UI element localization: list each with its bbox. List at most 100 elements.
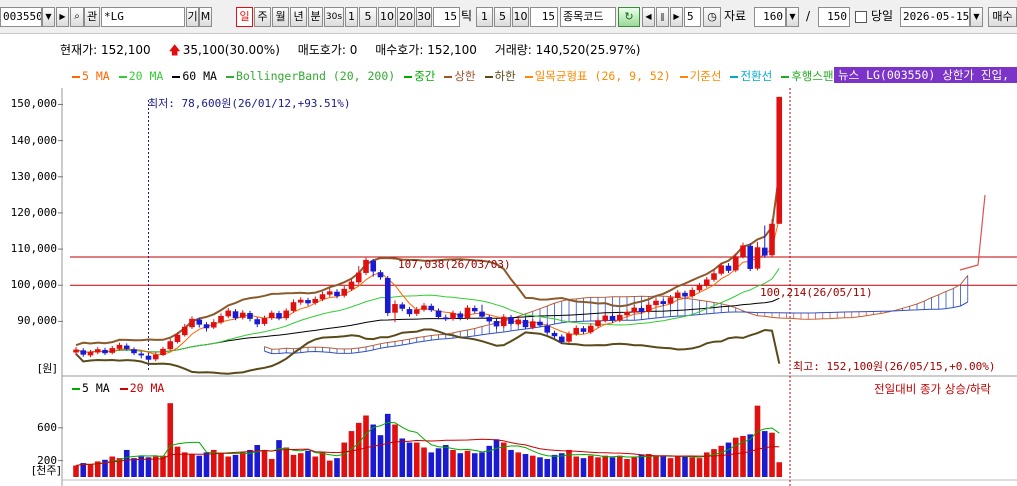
volume-bar (181, 452, 188, 477)
candle-body (667, 297, 674, 304)
volume-bar (268, 458, 275, 477)
volume-bar (769, 432, 775, 477)
candle-body (769, 223, 775, 256)
candle-body (653, 300, 659, 306)
candle-body (595, 320, 601, 327)
candle-body (616, 314, 623, 321)
candle-body (290, 302, 297, 311)
candle-body (703, 279, 710, 286)
price-tick-label: 90,000 (17, 314, 57, 328)
candle-body (123, 345, 130, 349)
volume-bar (660, 456, 667, 477)
volume-bar (595, 457, 601, 477)
candle-body (239, 312, 246, 318)
candle-body (80, 350, 87, 355)
volume-bar (653, 455, 659, 477)
volume-bar (428, 452, 435, 477)
candle-body (515, 319, 522, 325)
candle-body (732, 256, 739, 271)
candle-body (210, 322, 217, 328)
candle-body (442, 317, 449, 320)
volume-bar (682, 455, 688, 477)
candle-body (740, 245, 746, 257)
volume-bar (573, 456, 580, 477)
volume-bar (450, 449, 456, 477)
candle-body (479, 311, 485, 317)
volume-bar (377, 435, 384, 477)
ma5-line (75, 218, 780, 355)
price-chart[interactable] (0, 0, 1017, 486)
volume-bar (80, 463, 87, 477)
candle-body (160, 348, 166, 356)
volume-bar (276, 440, 282, 477)
level1-annotation: 107,038(26/03/03) (398, 258, 511, 271)
candle-body (696, 285, 703, 291)
volume-legend-item[interactable]: 20 MA (119, 381, 164, 395)
candle-body (363, 259, 369, 273)
candle-body (392, 304, 398, 313)
level2-annotation: 100,214(26/05/11) (760, 286, 873, 299)
volume-legend-item[interactable]: 5 MA (72, 381, 110, 395)
volume-bar (283, 447, 290, 477)
price-unit: [원] (38, 362, 57, 375)
candle-body (522, 319, 529, 328)
volume-bar (645, 454, 652, 477)
candle-body (145, 355, 152, 360)
candle-body (580, 328, 587, 332)
candle-body (203, 324, 210, 329)
candle-body (776, 96, 783, 224)
volume-bar (471, 453, 478, 477)
candle-body (573, 327, 580, 335)
candle-body (312, 298, 319, 303)
volume-bar (609, 457, 616, 477)
price-tick-label: 140,000 (10, 133, 57, 147)
candle-body (631, 307, 638, 313)
volume-bar (776, 462, 783, 477)
volume-bar (312, 456, 319, 477)
volume-bar (131, 458, 137, 477)
candle-body (718, 265, 725, 274)
candle-body (450, 313, 456, 319)
volume-bar (761, 431, 768, 477)
candle-body (167, 341, 174, 350)
volume-tick-label: 600 (37, 420, 57, 434)
volume-bar (392, 424, 398, 477)
price-tick-label: 110,000 (10, 242, 57, 256)
volume-bar (261, 449, 268, 477)
candle-body (624, 311, 630, 316)
volume-bar (522, 454, 529, 477)
candle-body (152, 354, 159, 360)
volume-bar (558, 453, 565, 477)
candle-body (305, 300, 311, 304)
volume-bar (747, 434, 754, 477)
candle-body (537, 321, 543, 326)
candle-body (370, 260, 377, 272)
candle-body (319, 294, 326, 300)
volume-note: 전일대비 종가 상승/하락 (874, 382, 991, 396)
volume-bar (73, 465, 79, 477)
volume-bar (689, 457, 696, 477)
candle-body (689, 289, 696, 297)
candle-body (138, 353, 145, 356)
candle-body (508, 317, 514, 324)
volume-bar (326, 460, 333, 477)
volume-bar (123, 449, 130, 477)
volume-bar (732, 437, 739, 477)
candle-body (428, 305, 435, 311)
volume-bar (696, 458, 703, 477)
candle-body (435, 310, 442, 318)
volume-bar (225, 456, 232, 477)
volume-bar (334, 458, 340, 477)
candle-body (674, 292, 681, 298)
candle-body (761, 247, 768, 256)
candle-body (377, 272, 384, 278)
candle-body (225, 310, 232, 317)
candle-body (486, 317, 493, 322)
volume-ma5-line (75, 421, 780, 466)
candle-body (181, 326, 188, 336)
candle-body (109, 348, 116, 353)
candle-body (283, 310, 290, 319)
volume-bar (254, 445, 261, 477)
candle-body (566, 333, 572, 342)
volume-bar (167, 403, 174, 477)
